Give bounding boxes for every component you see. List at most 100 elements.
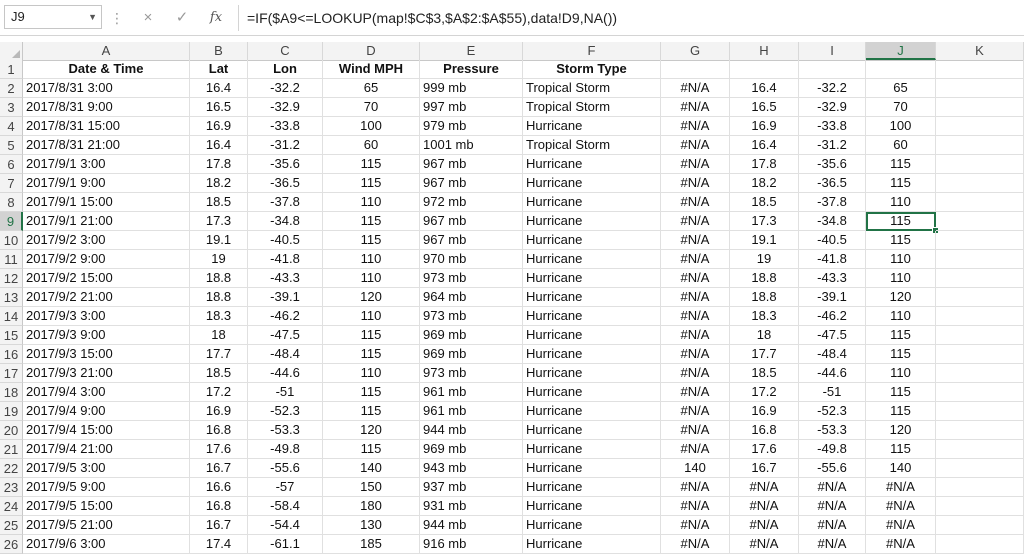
cell-f17[interactable]: Hurricane	[523, 364, 661, 383]
column-header-a[interactable]: A	[23, 42, 190, 60]
cell-a15[interactable]: 2017/9/3 9:00	[23, 326, 190, 345]
cell-d7[interactable]: 115	[323, 174, 420, 193]
cell-g12[interactable]: #N/A	[661, 269, 730, 288]
cell-g11[interactable]: #N/A	[661, 250, 730, 269]
cell-c15[interactable]: -47.5	[248, 326, 323, 345]
cell-h10[interactable]: 19.1	[730, 231, 799, 250]
cell-f18[interactable]: Hurricane	[523, 383, 661, 402]
row-header[interactable]: 7	[0, 174, 23, 193]
cell-a1[interactable]: Date & Time	[23, 60, 190, 79]
cell-k6[interactable]	[936, 155, 1024, 174]
cell-k18[interactable]	[936, 383, 1024, 402]
cell-h9[interactable]: 17.3	[730, 212, 799, 231]
chevron-down-icon[interactable]: ▼	[88, 6, 97, 28]
cell-d20[interactable]: 120	[323, 421, 420, 440]
cell-h5[interactable]: 16.4	[730, 136, 799, 155]
cell-d22[interactable]: 140	[323, 459, 420, 478]
cell-h16[interactable]: 17.7	[730, 345, 799, 364]
cell-j5[interactable]: 60	[866, 136, 936, 155]
cell-a8[interactable]: 2017/9/1 15:00	[23, 193, 190, 212]
cell-d2[interactable]: 65	[323, 79, 420, 98]
cell-e25[interactable]: 944 mb	[420, 516, 523, 535]
cell-h3[interactable]: 16.5	[730, 98, 799, 117]
cell-g6[interactable]: #N/A	[661, 155, 730, 174]
cell-c24[interactable]: -58.4	[248, 497, 323, 516]
row-header[interactable]: 21	[0, 440, 23, 459]
cell-f5[interactable]: Tropical Storm	[523, 136, 661, 155]
cell-h2[interactable]: 16.4	[730, 79, 799, 98]
cell-b17[interactable]: 18.5	[190, 364, 248, 383]
cell-b11[interactable]: 19	[190, 250, 248, 269]
row-header[interactable]: 3	[0, 98, 23, 117]
cell-g19[interactable]: #N/A	[661, 402, 730, 421]
row-header[interactable]: 10	[0, 231, 23, 250]
column-header-e[interactable]: E	[420, 42, 523, 60]
cell-j4[interactable]: 100	[866, 117, 936, 136]
cell-i12[interactable]: -43.3	[799, 269, 866, 288]
cell-d9[interactable]: 115	[323, 212, 420, 231]
cell-j3[interactable]: 70	[866, 98, 936, 117]
cell-f13[interactable]: Hurricane	[523, 288, 661, 307]
cell-j11[interactable]: 110	[866, 250, 936, 269]
cell-h19[interactable]: 16.9	[730, 402, 799, 421]
cell-h4[interactable]: 16.9	[730, 117, 799, 136]
cell-a24[interactable]: 2017/9/5 15:00	[23, 497, 190, 516]
row-header[interactable]: 12	[0, 269, 23, 288]
cell-i1[interactable]	[799, 60, 866, 79]
cell-i20[interactable]: -53.3	[799, 421, 866, 440]
cell-j17[interactable]: 110	[866, 364, 936, 383]
cell-a2[interactable]: 2017/8/31 3:00	[23, 79, 190, 98]
cell-e3[interactable]: 997 mb	[420, 98, 523, 117]
cell-h8[interactable]: 18.5	[730, 193, 799, 212]
cell-k25[interactable]	[936, 516, 1024, 535]
cell-d13[interactable]: 120	[323, 288, 420, 307]
cell-b26[interactable]: 17.4	[190, 535, 248, 554]
cell-j8[interactable]: 110	[866, 193, 936, 212]
cell-b13[interactable]: 18.8	[190, 288, 248, 307]
cell-e4[interactable]: 979 mb	[420, 117, 523, 136]
formula-input[interactable]: =IF($A9<=LOOKUP(map!$C$3,$A$2:$A$55),dat…	[238, 5, 1020, 31]
cell-c9[interactable]: -34.8	[248, 212, 323, 231]
cell-b2[interactable]: 16.4	[190, 79, 248, 98]
cell-j24[interactable]: #N/A	[866, 497, 936, 516]
row-header[interactable]: 13	[0, 288, 23, 307]
cell-g20[interactable]: #N/A	[661, 421, 730, 440]
cell-k10[interactable]	[936, 231, 1024, 250]
select-all-corner[interactable]	[0, 42, 23, 60]
cell-d8[interactable]: 110	[323, 193, 420, 212]
row-header[interactable]: 19	[0, 402, 23, 421]
cell-c1[interactable]: Lon	[248, 60, 323, 79]
cell-a6[interactable]: 2017/9/1 3:00	[23, 155, 190, 174]
cell-e15[interactable]: 969 mb	[420, 326, 523, 345]
cell-k15[interactable]	[936, 326, 1024, 345]
cell-j21[interactable]: 115	[866, 440, 936, 459]
row-header[interactable]: 20	[0, 421, 23, 440]
cell-g23[interactable]: #N/A	[661, 478, 730, 497]
cell-a5[interactable]: 2017/8/31 21:00	[23, 136, 190, 155]
cell-b23[interactable]: 16.6	[190, 478, 248, 497]
cell-e7[interactable]: 967 mb	[420, 174, 523, 193]
cell-a20[interactable]: 2017/9/4 15:00	[23, 421, 190, 440]
cell-g16[interactable]: #N/A	[661, 345, 730, 364]
cell-j6[interactable]: 115	[866, 155, 936, 174]
cell-a4[interactable]: 2017/8/31 15:00	[23, 117, 190, 136]
cell-d6[interactable]: 115	[323, 155, 420, 174]
cell-a26[interactable]: 2017/9/6 3:00	[23, 535, 190, 554]
cell-g4[interactable]: #N/A	[661, 117, 730, 136]
cell-k14[interactable]	[936, 307, 1024, 326]
cell-k2[interactable]	[936, 79, 1024, 98]
cell-f21[interactable]: Hurricane	[523, 440, 661, 459]
cell-f4[interactable]: Hurricane	[523, 117, 661, 136]
row-header[interactable]: 14	[0, 307, 23, 326]
cell-k19[interactable]	[936, 402, 1024, 421]
cell-k24[interactable]	[936, 497, 1024, 516]
cell-j15[interactable]: 115	[866, 326, 936, 345]
column-header-g[interactable]: G	[661, 42, 730, 60]
cell-d14[interactable]: 110	[323, 307, 420, 326]
cell-i8[interactable]: -37.8	[799, 193, 866, 212]
cell-i5[interactable]: -31.2	[799, 136, 866, 155]
cell-f15[interactable]: Hurricane	[523, 326, 661, 345]
cell-c20[interactable]: -53.3	[248, 421, 323, 440]
cell-f19[interactable]: Hurricane	[523, 402, 661, 421]
cell-k11[interactable]	[936, 250, 1024, 269]
